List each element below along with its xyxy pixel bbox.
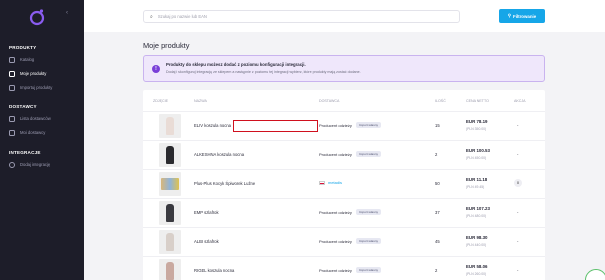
page-title: Moje produkty — [143, 41, 190, 50]
section-title-produkty: PRODUKTY — [9, 45, 37, 50]
chat-help-icon[interactable] — [585, 269, 605, 280]
sidebar-item-moje-produkty[interactable]: Moje produkty — [9, 69, 79, 78]
col-price: CENA NETTO — [466, 99, 489, 103]
price-pln: (PLN 260.00) — [466, 272, 487, 276]
plus-circle-icon — [9, 161, 15, 168]
action-badge[interactable]: 0 — [514, 179, 522, 187]
action[interactable]: - — [517, 268, 518, 273]
main-content: ⌕ ⚲Filtrowanie Moje produkty ! Produkty … — [84, 0, 605, 280]
supplier: Producent odzieży Import własny — [319, 267, 382, 273]
sidebar-item-katalog[interactable]: Katalog — [9, 55, 79, 64]
product-image — [159, 230, 181, 254]
price: EUR 98.30 — [466, 235, 488, 240]
table-row[interactable]: ALBI szlafrok Producent odzieży Import wł… — [143, 227, 545, 255]
search-bar[interactable]: ⌕ — [143, 10, 460, 23]
table-row[interactable]: ELIV koszula nocna Producent odzieży Impo… — [143, 111, 545, 139]
product-image — [159, 143, 181, 167]
price-pln: (PLN 49.45) — [466, 185, 485, 189]
price-pln: (PLN 450.00) — [466, 156, 487, 160]
source-tag: Import własny — [355, 209, 382, 215]
quantity: 45 — [435, 239, 440, 244]
price: EUR 11.18 — [466, 177, 488, 182]
list-icon — [9, 70, 15, 77]
table-row[interactable]: ALKESHNA koszula nocna Producent odzieży… — [143, 140, 545, 168]
supplier: Producent odzieży Import własny — [319, 151, 382, 157]
col-supplier: DOSTAWCA — [319, 99, 340, 103]
col-name: NAZWA — [194, 99, 207, 103]
action[interactable]: - — [517, 239, 518, 244]
quantity: 2 — [435, 268, 438, 273]
catalog-icon — [9, 56, 15, 63]
users-icon — [9, 115, 15, 122]
table-row[interactable]: Plus-Plus Kocyk Śpiworek Luźne metadis 5… — [143, 169, 545, 197]
table-header: ZDJĘCIE NAZWA DOSTAWCA ILOŚĆ CENA NETTO … — [143, 99, 545, 107]
source-tag: Import własny — [355, 151, 382, 157]
price-pln: (PLN 440.00) — [466, 243, 487, 247]
col-image: ZDJĘCIE — [153, 99, 168, 103]
table-row[interactable]: EMP szlafrok Producent odzieży Import wła… — [143, 198, 545, 226]
info-banner: ! Produkty do sklepu możesz dodać z pozi… — [143, 55, 545, 82]
sidebar-item-dodaj-integracje[interactable]: Dodaj integrację — [9, 160, 79, 169]
info-title: Produkty do sklepu możesz dodać z poziom… — [166, 62, 306, 67]
price-pln: (PLN 480.00) — [466, 214, 487, 218]
quantity: 50 — [435, 181, 440, 186]
flag-icon — [319, 180, 325, 185]
import-icon — [9, 84, 15, 91]
source-tag: Import własny — [355, 267, 382, 273]
quantity: 15 — [435, 123, 440, 128]
price: EUR 78.19 — [466, 119, 488, 124]
product-name: Plus-Plus Kocyk Śpiworek Luźne — [194, 181, 256, 186]
truck-icon — [9, 129, 15, 136]
chevron-left-icon[interactable]: ‹ — [66, 10, 68, 16]
price: EUR 58.06 — [466, 264, 488, 269]
price: EUR 107.23 — [466, 206, 490, 211]
app-logo-icon[interactable] — [29, 8, 45, 26]
search-icon: ⌕ — [150, 13, 153, 20]
product-image — [159, 201, 181, 225]
supplier: Producent odzieży Import własny — [319, 122, 382, 128]
topbar: ⌕ ⚲Filtrowanie — [84, 0, 605, 32]
action[interactable]: - — [517, 210, 518, 215]
product-name: RIGEL koszula nocna — [194, 268, 235, 273]
action[interactable]: - — [517, 123, 518, 128]
sidebar-item-importuj[interactable]: Importuj produkty — [9, 83, 79, 92]
section-title-integracje: INTEGRACJE — [9, 150, 41, 155]
source-tag: Import własny — [355, 238, 382, 244]
product-name: EMP szlafrok — [194, 210, 219, 215]
price-pln: (PLN 350.00) — [466, 127, 487, 131]
info-text: Dodaj i skonfiguruj integrację ze sklepe… — [166, 70, 361, 74]
section-title-dostawcy: DOSTAWCY — [9, 104, 37, 109]
product-name: ALBI szlafrok — [194, 239, 219, 244]
source-tag: Import własny — [355, 122, 382, 128]
quantity: 37 — [435, 210, 440, 215]
product-image — [159, 259, 181, 280]
sidebar-item-moi-dostawcy[interactable]: Moi dostawcy — [9, 128, 79, 137]
price: EUR 100.53 — [466, 148, 490, 153]
col-action: AKCJA — [514, 99, 526, 103]
product-image — [159, 172, 181, 196]
quantity: 2 — [435, 152, 438, 157]
filter-icon: ⚲ — [507, 13, 512, 18]
info-icon: ! — [152, 65, 160, 73]
products-table: ZDJĘCIE NAZWA DOSTAWCA ILOŚĆ CENA NETTO … — [143, 90, 545, 280]
supplier: Producent odzieży Import własny — [319, 238, 382, 244]
table-row[interactable]: RIGEL koszula nocna Producent odzieży Imp… — [143, 256, 545, 280]
search-input[interactable] — [157, 14, 438, 19]
sidebar: ‹ PRODUKTY Katalog Moje produkty Importu… — [0, 0, 84, 280]
product-name: ELIV koszula nocna — [194, 123, 232, 128]
supplier[interactable]: metadis — [319, 180, 342, 185]
product-name: ALKESHNA koszula nocna — [194, 152, 245, 157]
product-image — [159, 114, 181, 138]
supplier: Producent odzieży Import własny — [319, 209, 382, 215]
col-qty: ILOŚĆ — [435, 99, 446, 103]
filter-button[interactable]: ⚲ Filtrowanie — [499, 9, 545, 23]
action[interactable]: - — [517, 152, 518, 157]
sidebar-item-lista-dostawcow[interactable]: Lista dostawców — [9, 114, 79, 123]
highlight-box — [233, 120, 318, 132]
